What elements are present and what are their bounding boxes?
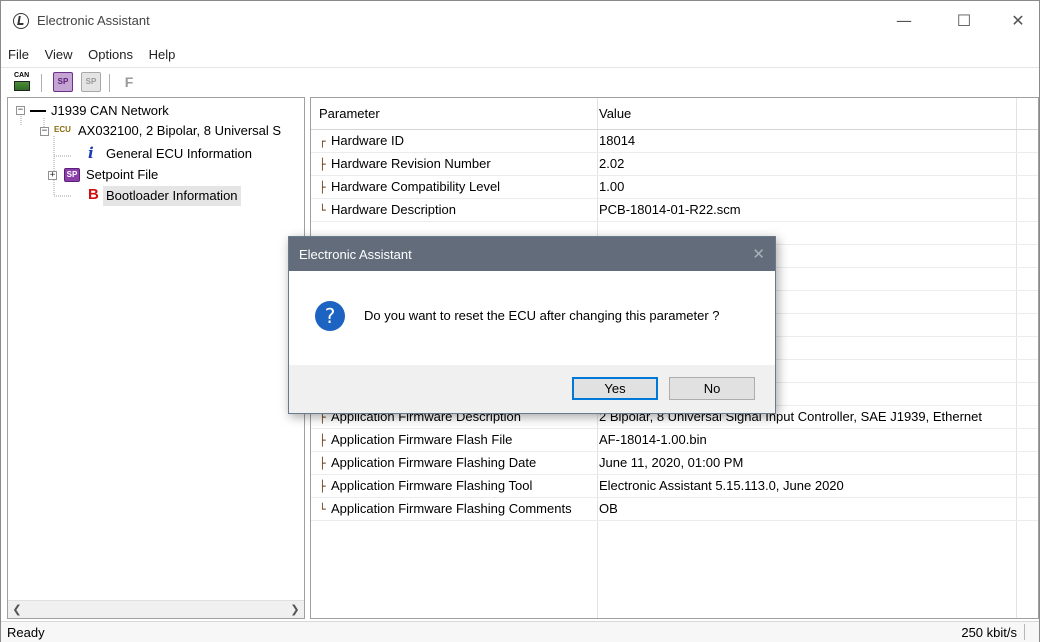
status-text: Ready <box>7 625 45 640</box>
row-connector-icon: ├ <box>319 158 326 171</box>
dialog-title-bar: Electronic Assistant ✕ <box>289 237 775 271</box>
reset-confirm-dialog: Electronic Assistant ✕ ? Do you want to … <box>288 236 776 414</box>
bootloader-icon: B <box>88 186 99 203</box>
scroll-right-icon[interactable]: ❯ <box>286 601 304 618</box>
save-setpoint-button[interactable]: SP <box>81 72 101 92</box>
parameter-cell: └ Application Firmware Flashing Comments <box>319 501 572 516</box>
window-title: Electronic Assistant <box>37 13 150 28</box>
baud-rate: 250 kbit/s <box>961 625 1017 640</box>
close-button[interactable]: ✕ <box>995 7 1040 35</box>
toolbar: CAN SP SP F <box>1 67 1039 97</box>
collapse-toggle[interactable]: − <box>16 106 25 115</box>
table-row[interactable]: ├ Application Firmware Flash File AF-18014… <box>311 429 1038 452</box>
menu-options[interactable]: Options <box>82 43 139 62</box>
parameter-name: Hardware Compatibility Level <box>331 179 501 194</box>
flash-button[interactable]: F <box>119 72 139 92</box>
table-row[interactable]: └ Hardware Description PCB-18014-01-R22.sc… <box>311 199 1038 222</box>
dialog-close-icon[interactable]: ✕ <box>752 245 765 263</box>
table-row[interactable]: ├ Hardware Compatibility Level 1.00 <box>311 176 1038 199</box>
menu-help[interactable]: Help <box>143 43 182 62</box>
tree-item-ecu-label: AX032100, 2 Bipolar, 8 Universal S <box>78 123 282 138</box>
tree-horizontal-scrollbar[interactable]: ❮ ❯ <box>8 600 304 618</box>
network-icon <box>30 110 46 112</box>
value-cell: OB <box>599 501 618 516</box>
dialog-body: ? Do you want to reset the ECU after cha… <box>289 271 775 365</box>
tree-item-network[interactable]: − J1939 CAN Network <box>16 101 296 121</box>
value-cell: 18014 <box>599 133 636 148</box>
parameter-cell: ├ Application Firmware Flashing Tool <box>319 478 532 493</box>
parameter-cell: ├ Hardware Revision Number <box>319 156 491 171</box>
can-network-icon <box>14 81 30 91</box>
can-network-label: CAN <box>14 72 30 79</box>
grid-header: Parameter Value <box>311 98 1038 130</box>
parameter-name: Application Firmware Flashing Comments <box>331 501 572 516</box>
value-cell: 2.02 <box>599 156 625 171</box>
tree-item-general-info[interactable]: i General ECU Information <box>74 144 294 164</box>
tree-item-setpoint[interactable]: + SP Setpoint File <box>48 165 288 185</box>
parameter-cell: ├ Hardware Compatibility Level <box>319 179 500 194</box>
open-setpoint-button[interactable]: SP <box>53 72 73 92</box>
tree-item-setpoint-label: Setpoint File <box>86 167 159 182</box>
value-cell: June 11, 2020, 01:00 PM <box>599 455 744 470</box>
tree-item-bootloader[interactable]: B Bootloader Information <box>74 186 294 206</box>
table-row[interactable]: ┌ Hardware ID 18014 <box>311 130 1038 153</box>
parameter-name: Hardware Description <box>331 202 456 217</box>
row-connector-icon: ┌ <box>319 135 326 148</box>
value-cell: AF-18014-1.00.bin <box>599 432 707 447</box>
ecu-tree[interactable]: − J1939 CAN Network − ECU AX032100, 2 Bi… <box>7 97 305 619</box>
parameter-name: Hardware Revision Number <box>331 156 491 171</box>
app-logo-icon <box>13 13 29 29</box>
header-parameter[interactable]: Parameter <box>319 106 380 121</box>
status-bar: Ready 250 kbit/s <box>1 621 1039 642</box>
value-cell: Electronic Assistant 5.15.113.0, June 20… <box>599 478 844 493</box>
info-icon: i <box>88 144 94 162</box>
table-row[interactable]: └ Application Firmware Flashing Comments O… <box>311 498 1038 521</box>
status-separator <box>1024 624 1025 640</box>
value-cell: PCB-18014-01-R22.scm <box>599 202 741 217</box>
dialog-title: Electronic Assistant <box>299 247 412 262</box>
maximize-button[interactable]: ☐ <box>941 7 987 35</box>
row-connector-icon: └ <box>319 503 326 516</box>
tree-item-general-label: General ECU Information <box>106 146 252 161</box>
dialog-footer: Yes No <box>289 365 775 413</box>
expand-toggle[interactable]: + <box>48 171 57 180</box>
parameter-name: Application Firmware Flash File <box>331 432 513 447</box>
tree-item-bootloader-label: Bootloader Information <box>103 186 241 206</box>
parameter-cell: ┌ Hardware ID <box>319 133 404 148</box>
setpoint-icon: SP <box>64 168 80 182</box>
header-value[interactable]: Value <box>599 106 631 121</box>
can-network-button[interactable]: CAN <box>14 72 34 92</box>
question-icon: ? <box>315 301 345 331</box>
tree-item-network-label: J1939 CAN Network <box>51 103 169 118</box>
yes-button[interactable]: Yes <box>572 377 658 400</box>
value-cell: 1.00 <box>599 179 625 194</box>
row-connector-icon: ├ <box>319 480 326 493</box>
parameter-cell: ├ Application Firmware Flashing Date <box>319 455 536 470</box>
table-row[interactable]: ├ Application Firmware Flashing Tool Elect… <box>311 475 1038 498</box>
toolbar-separator <box>109 74 110 92</box>
table-row[interactable]: ├ Application Firmware Flashing Date June … <box>311 452 1038 475</box>
minimize-button[interactable]: — <box>881 7 927 35</box>
toolbar-separator <box>41 74 42 92</box>
menu-view[interactable]: View <box>39 43 79 62</box>
menu-bar: File View Options Help <box>1 43 1039 65</box>
tree-item-ecu[interactable]: − ECU AX032100, 2 Bipolar, 8 Universal S <box>40 121 304 141</box>
row-connector-icon: ├ <box>319 181 326 194</box>
no-button[interactable]: No <box>669 377 755 400</box>
parameter-cell: └ Hardware Description <box>319 202 456 217</box>
ecu-icon: ECU <box>54 125 71 134</box>
row-connector-icon: ├ <box>319 434 326 447</box>
row-connector-icon: └ <box>319 204 326 217</box>
dialog-message: Do you want to reset the ECU after chang… <box>364 308 720 323</box>
table-row[interactable]: ├ Hardware Revision Number 2.02 <box>311 153 1038 176</box>
scroll-left-icon[interactable]: ❮ <box>8 601 26 618</box>
parameter-name: Application Firmware Flashing Date <box>331 455 537 470</box>
parameter-name: Application Firmware Flashing Tool <box>331 478 533 493</box>
row-connector-icon: ├ <box>319 457 326 470</box>
menu-file[interactable]: File <box>1 43 35 62</box>
parameter-name: Hardware ID <box>331 133 404 148</box>
title-bar: Electronic Assistant — ☐ ✕ <box>1 1 1039 41</box>
parameter-cell: ├ Application Firmware Flash File <box>319 432 512 447</box>
collapse-toggle[interactable]: − <box>40 127 49 136</box>
